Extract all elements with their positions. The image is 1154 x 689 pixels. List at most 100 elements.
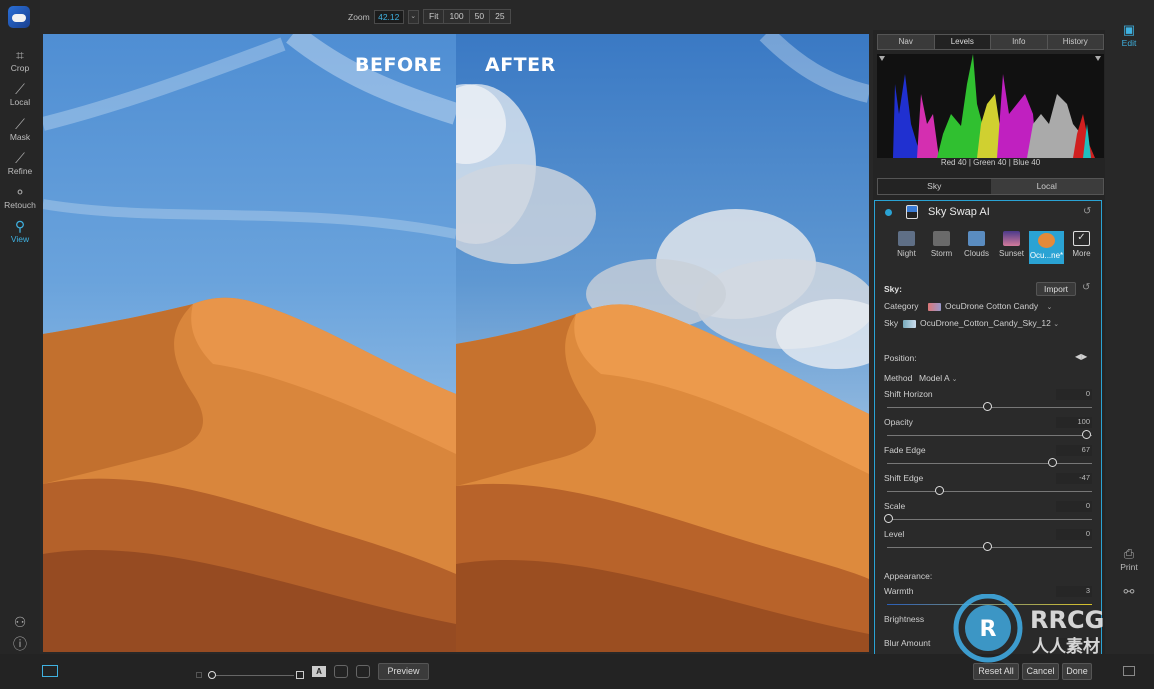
- flip-arrows-icon[interactable]: ◀▶: [1075, 352, 1087, 361]
- after-label: AFTER: [485, 54, 556, 76]
- image-canvas[interactable]: BEFORE AFTER: [43, 34, 869, 652]
- auto-icon[interactable]: A: [312, 666, 326, 677]
- zoom-25-button[interactable]: 25: [490, 10, 509, 23]
- appearance-label: Appearance:: [884, 571, 933, 581]
- slider-value[interactable]: 0: [1056, 389, 1092, 400]
- rrcg-watermark-logo: R RRCG 人人素材: [953, 594, 1104, 663]
- slider-track: [887, 491, 1092, 492]
- crop-tool[interactable]: ⌗ Crop: [0, 47, 40, 73]
- zoom-slider[interactable]: [196, 670, 304, 680]
- zoom-slider-track: [208, 675, 294, 676]
- local-tool[interactable]: ⟋ Local: [0, 81, 40, 107]
- preset-storm[interactable]: Storm: [924, 231, 959, 264]
- zoom-fit-button[interactable]: Fit: [424, 10, 445, 23]
- tab-nav[interactable]: Nav: [878, 35, 935, 49]
- slider-knob[interactable]: [884, 514, 893, 523]
- brightness-label: Brightness: [884, 614, 925, 624]
- preset-night[interactable]: Night: [889, 231, 924, 264]
- sky-select[interactable]: OcuDrone_Cotton_Candy_Sky_12 ⌄: [899, 318, 1059, 328]
- preset-label: Ocu...ne*: [1029, 251, 1064, 260]
- preset-ocudrone[interactable]: Ocu...ne*: [1029, 231, 1064, 264]
- method-label: Method: [884, 373, 913, 383]
- tab-info[interactable]: Info: [991, 35, 1048, 49]
- slider-value[interactable]: 0: [1056, 501, 1092, 512]
- mode-tabs: Sky Local: [877, 178, 1104, 195]
- refine-brush-icon: ⟋: [15, 150, 25, 166]
- watermark-subtitle: 人人素材: [1032, 636, 1100, 657]
- slider-label: Opacity: [884, 417, 913, 427]
- compare-view-icon[interactable]: [42, 665, 58, 677]
- printer-icon: ⎙: [1123, 546, 1135, 561]
- help-button[interactable]: ⓘ: [0, 636, 40, 652]
- print-module[interactable]: ⎙ Print: [1113, 546, 1145, 572]
- sky-select-label: Sky: [884, 318, 899, 328]
- zoom-control: Zoom 42.12 ⌄: [348, 9, 419, 25]
- tab-history[interactable]: History: [1048, 35, 1104, 49]
- panel-enable-toggle[interactable]: [885, 209, 892, 216]
- slider-value[interactable]: 67: [1056, 445, 1092, 456]
- slider-track: [887, 519, 1092, 520]
- reset-icon[interactable]: ↺: [1082, 282, 1090, 293]
- sky-presets: Night Storm Clouds Sunset Ocu...ne* ✓ Mo…: [889, 231, 1099, 264]
- slider-knob[interactable]: [983, 542, 992, 551]
- edit-module[interactable]: ▣ Edit: [1113, 22, 1145, 48]
- mask-view-icon[interactable]: [334, 665, 348, 678]
- tab-sky[interactable]: Sky: [878, 179, 991, 194]
- slider[interactable]: [884, 541, 1092, 554]
- overlay-icon[interactable]: [356, 665, 370, 678]
- preset-sunset[interactable]: Sunset: [994, 231, 1029, 264]
- zoom-100-button[interactable]: 100: [444, 10, 470, 23]
- slider-value[interactable]: -47: [1056, 473, 1092, 484]
- chevron-down-icon[interactable]: ⌄: [407, 10, 419, 24]
- slider[interactable]: [884, 457, 1092, 470]
- slider-track: [887, 435, 1092, 436]
- preset-label: Clouds: [964, 249, 989, 258]
- slider-value[interactable]: 0: [1056, 529, 1092, 540]
- crop-icon: ⌗: [16, 47, 24, 63]
- position-label: Position:: [884, 353, 917, 363]
- watermark-title: RRCG: [1030, 606, 1104, 634]
- slider-value[interactable]: 100: [1056, 417, 1092, 428]
- histogram: [877, 54, 1104, 158]
- zoom-label: Zoom: [348, 12, 370, 22]
- people-tool[interactable]: ⚇: [0, 614, 40, 630]
- zoom-50-button[interactable]: 50: [470, 10, 491, 23]
- local-label: Local: [9, 97, 31, 107]
- preset-more[interactable]: ✓ More: [1064, 231, 1099, 264]
- slider[interactable]: [884, 401, 1092, 414]
- slider[interactable]: [884, 485, 1092, 498]
- view-label: View: [10, 234, 30, 244]
- slider-knob[interactable]: [983, 402, 992, 411]
- checkbox-icon: ✓: [1073, 231, 1090, 246]
- zoom-input[interactable]: 42.12: [373, 10, 404, 24]
- app-logo[interactable]: [8, 6, 30, 28]
- after-image: AFTER: [456, 34, 869, 652]
- crop-label: Crop: [10, 63, 30, 73]
- import-button[interactable]: Import: [1036, 282, 1076, 296]
- category-select[interactable]: OcuDrone Cotton Candy ⌄: [924, 301, 1052, 311]
- reset-icon[interactable]: ↺: [1083, 206, 1091, 217]
- view-tool[interactable]: ⚲ View: [0, 218, 40, 244]
- slider-knob[interactable]: [1048, 458, 1057, 467]
- right-panel: Nav Levels Info History Red 40 | Green 4…: [873, 30, 1105, 660]
- preview-button[interactable]: Preview: [378, 663, 429, 680]
- chevron-down-icon: ⌄: [1046, 304, 1053, 311]
- clouds-thumbnail-icon: [968, 231, 985, 246]
- tab-levels[interactable]: Levels: [934, 35, 991, 49]
- slider[interactable]: [884, 429, 1092, 442]
- refine-tool[interactable]: ⟋ Refine: [0, 150, 40, 176]
- refine-label: Refine: [7, 166, 33, 176]
- sunset-thumbnail-icon: [1003, 231, 1020, 246]
- tab-local[interactable]: Local: [991, 179, 1104, 194]
- method-select[interactable]: Model A ⌄: [919, 373, 958, 383]
- slider[interactable]: [884, 513, 1092, 526]
- retouch-tool[interactable]: ⚬ Retouch: [0, 184, 40, 210]
- retouch-label: Retouch: [4, 200, 36, 210]
- preset-clouds[interactable]: Clouds: [959, 231, 994, 264]
- slider-knob[interactable]: [935, 486, 944, 495]
- zoom-presets: Fit 100 50 25: [423, 9, 511, 24]
- mask-tool[interactable]: ⟋ Mask: [0, 116, 40, 142]
- preset-label: More: [1072, 249, 1091, 258]
- zoom-slider-knob[interactable]: [208, 671, 216, 679]
- slider-knob[interactable]: [1082, 430, 1091, 439]
